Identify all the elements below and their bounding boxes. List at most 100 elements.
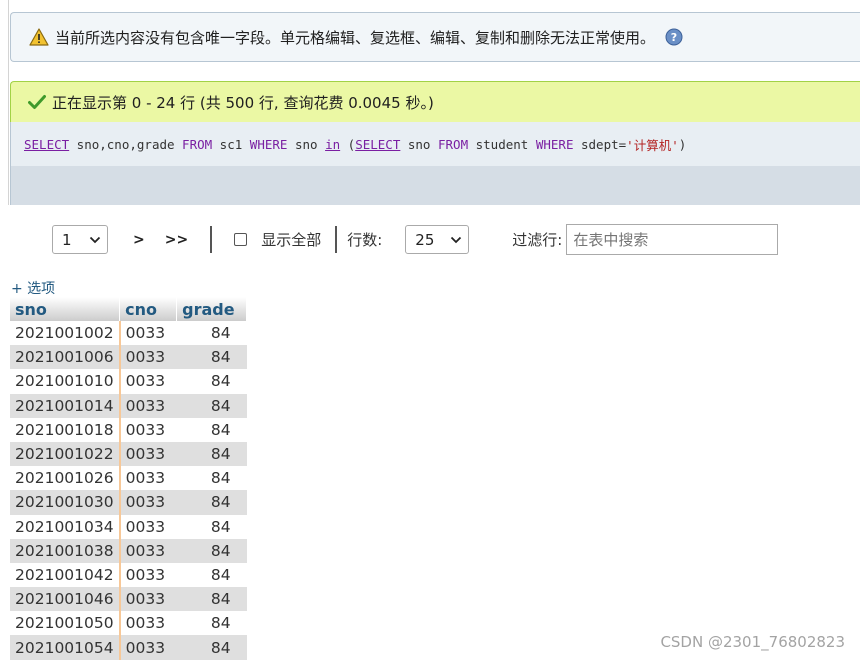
table-row: 2021001018 0033 84 <box>10 417 247 442</box>
table-row: 2021001014 0033 84 <box>10 393 247 418</box>
sql-toolbar <box>10 166 860 205</box>
filter-rows-input[interactable] <box>566 224 779 255</box>
cell-grade[interactable]: 84 <box>176 417 247 442</box>
page-select[interactable]: 1 <box>52 225 108 254</box>
cell-grade[interactable]: 84 <box>176 490 247 515</box>
table-row: 2021001054 0033 84 <box>10 635 247 660</box>
cell-sno[interactable]: 2021001054 <box>10 635 121 660</box>
sql-token: ) <box>678 136 687 152</box>
column-header-grade[interactable]: grade <box>176 297 248 321</box>
rows-per-page-value: 25 <box>415 230 435 249</box>
watermark: CSDN @2301_76802823 <box>660 633 845 651</box>
sql-token: sc1 <box>212 136 250 152</box>
phpmyadmin-results-page: 当前所选内容没有包含唯一字段。单元格编辑、复选框、编辑、复制和删除无法正常使用。… <box>0 0 860 663</box>
chevron-down-icon <box>451 236 462 243</box>
sql-token: student <box>468 136 536 152</box>
table-row: 2021001050 0033 84 <box>10 611 247 636</box>
cell-cno[interactable]: 0033 <box>119 587 177 612</box>
column-header-sno[interactable]: sno <box>10 297 121 321</box>
last-page-button[interactable]: >> <box>165 232 188 248</box>
cell-grade[interactable]: 84 <box>176 587 247 612</box>
divider <box>335 226 338 253</box>
success-message: 正在显示第 0 - 24 行 (共 500 行, 查询花费 0.0045 秒。) <box>10 81 860 122</box>
cell-cno[interactable]: 0033 <box>119 417 177 442</box>
cell-sno[interactable]: 2021001022 <box>10 441 121 467</box>
cell-cno[interactable]: 0033 <box>119 321 177 346</box>
sql-token: sdept= <box>573 136 627 152</box>
cell-sno[interactable]: 2021001010 <box>10 369 121 394</box>
cell-sno[interactable]: 2021001038 <box>10 538 121 563</box>
cell-cno[interactable]: 0033 <box>119 393 177 418</box>
table-row: 2021001046 0033 84 <box>10 587 247 612</box>
svg-text:?: ? <box>671 31 677 44</box>
left-rule <box>8 0 9 205</box>
cell-sno[interactable]: 2021001030 <box>10 490 121 515</box>
table-row: 2021001006 0033 84 <box>10 345 247 370</box>
cell-grade[interactable]: 84 <box>176 611 247 636</box>
filter-label: 过滤行: <box>512 231 563 249</box>
results-table: sno cno grade 2021001002 0033 84 2021001006… <box>10 297 248 660</box>
table-row: 2021001002 0033 84 <box>10 321 247 346</box>
cell-sno[interactable]: 2021001006 <box>10 345 121 370</box>
sql-token-kw-link[interactable]: in <box>325 137 340 152</box>
sql-token-kw: FROM <box>182 136 213 152</box>
cell-grade[interactable]: 84 <box>176 562 247 588</box>
query-result-box: 正在显示第 0 - 24 行 (共 500 行, 查询花费 0.0045 秒。)… <box>10 81 860 205</box>
cell-grade[interactable]: 84 <box>176 441 247 467</box>
cell-sno[interactable]: 2021001002 <box>10 321 121 346</box>
cell-sno[interactable]: 2021001026 <box>10 466 121 491</box>
cell-cno[interactable]: 0033 <box>119 490 177 515</box>
rows-label: 行数: <box>347 231 383 249</box>
sql-token-kw-link[interactable]: SELECT <box>24 137 69 152</box>
options-link[interactable]: + 选项 <box>11 278 55 298</box>
sql-token-kw: FROM <box>438 136 469 152</box>
cell-grade[interactable]: 84 <box>176 635 247 660</box>
sql-token-str: '计算机' <box>626 137 679 153</box>
sql-query: SELECT sno,cno,grade FROM sc1 WHERE sno … <box>10 122 860 166</box>
cell-cno[interactable]: 0033 <box>119 538 177 563</box>
sql-token-kw-link[interactable]: SELECT <box>355 137 400 152</box>
sql-token: sno,cno,grade <box>69 136 183 152</box>
column-header-cno[interactable]: cno <box>119 297 178 321</box>
check-icon <box>28 95 46 109</box>
page-select-value: 1 <box>62 230 72 249</box>
cell-grade[interactable]: 84 <box>176 345 247 370</box>
cell-sno[interactable]: 2021001034 <box>10 514 121 539</box>
cell-sno[interactable]: 2021001014 <box>10 393 121 418</box>
warning-icon <box>29 28 49 46</box>
show-all-label[interactable]: 显示全部 <box>261 229 321 250</box>
sql-token-kw: WHERE <box>249 136 288 152</box>
sql-token: sno <box>287 136 326 152</box>
notice-box: 当前所选内容没有包含唯一字段。单元格编辑、复选框、编辑、复制和删除无法正常使用。… <box>10 12 860 62</box>
table-row: 2021001022 0033 84 <box>10 441 247 467</box>
next-page-button[interactable]: > <box>133 232 145 248</box>
cell-grade[interactable]: 84 <box>176 321 247 346</box>
show-all-checkbox[interactable] <box>234 233 248 246</box>
cell-cno[interactable]: 0033 <box>119 611 177 636</box>
help-icon[interactable]: ? <box>665 28 683 46</box>
cell-cno[interactable]: 0033 <box>119 635 177 660</box>
table-row: 2021001030 0033 84 <box>10 490 247 515</box>
cell-cno[interactable]: 0033 <box>119 514 177 539</box>
table-row: 2021001038 0033 84 <box>10 538 247 563</box>
cell-cno[interactable]: 0033 <box>119 369 177 394</box>
cell-cno[interactable]: 0033 <box>119 345 177 370</box>
cell-grade[interactable]: 84 <box>176 393 247 418</box>
success-text: 正在显示第 0 - 24 行 (共 500 行, 查询花费 0.0045 秒。) <box>52 93 434 112</box>
cell-grade[interactable]: 84 <box>176 538 247 563</box>
cell-cno[interactable]: 0033 <box>119 441 177 467</box>
table-row: 2021001010 0033 84 <box>10 369 247 394</box>
cell-sno[interactable]: 2021001018 <box>10 417 121 442</box>
cell-grade[interactable]: 84 <box>176 514 247 539</box>
cell-grade[interactable]: 84 <box>176 466 247 491</box>
cell-sno[interactable]: 2021001046 <box>10 587 121 612</box>
cell-cno[interactable]: 0033 <box>119 562 177 588</box>
cell-sno[interactable]: 2021001042 <box>10 562 121 588</box>
notice-text: 当前所选内容没有包含唯一字段。单元格编辑、复选框、编辑、复制和删除无法正常使用。 <box>55 28 656 47</box>
cell-cno[interactable]: 0033 <box>119 466 177 491</box>
sql-token: sno <box>400 136 438 152</box>
chevron-down-icon <box>89 236 101 243</box>
rows-per-page-select[interactable]: 25 <box>405 225 470 254</box>
cell-sno[interactable]: 2021001050 <box>10 611 121 636</box>
cell-grade[interactable]: 84 <box>176 369 247 394</box>
